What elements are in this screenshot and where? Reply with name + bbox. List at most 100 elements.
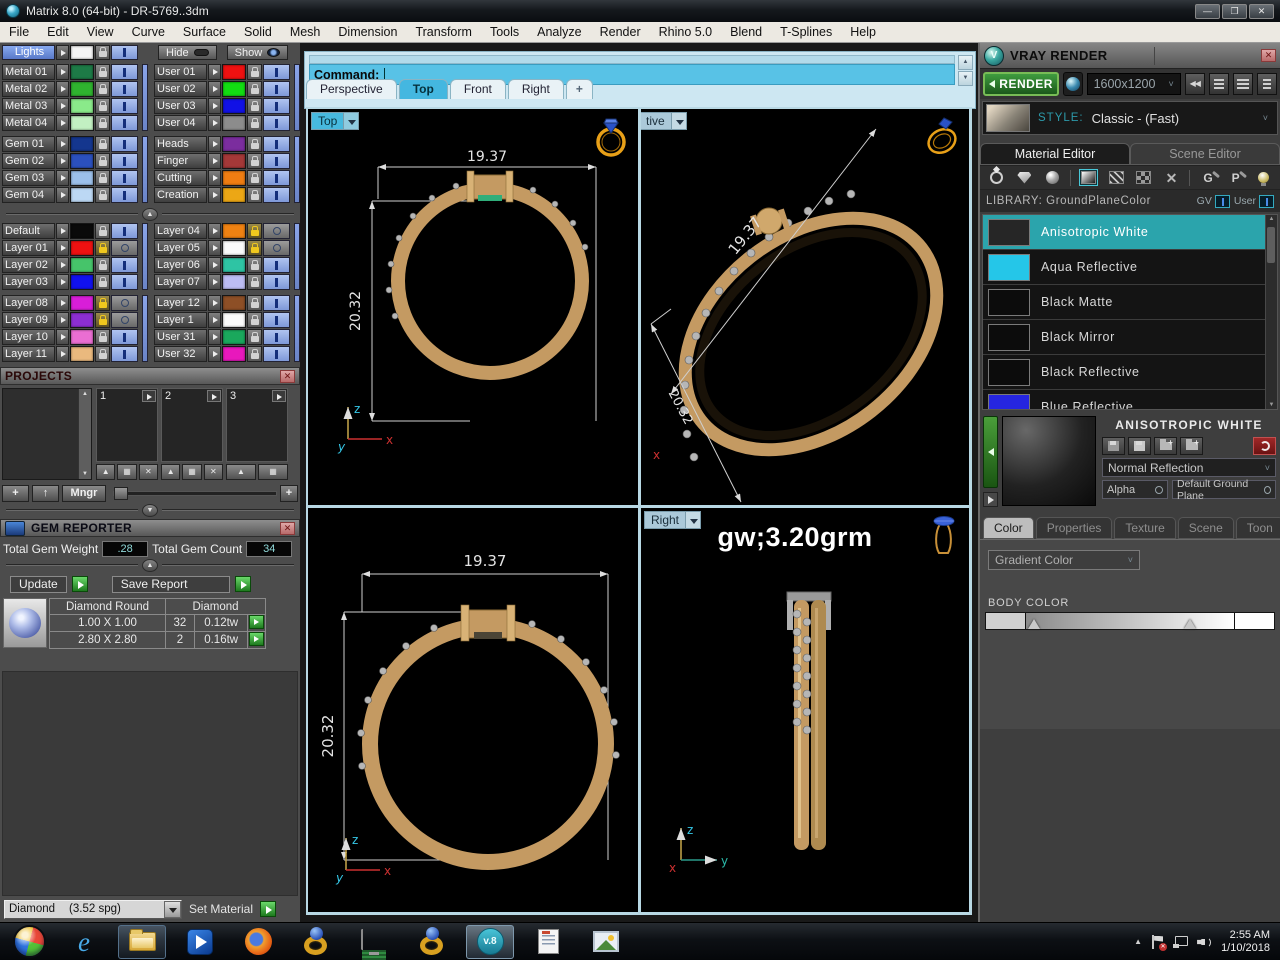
lock-icon[interactable]: [247, 312, 262, 328]
visibility-toggle[interactable]: [263, 274, 290, 290]
action-center-flag-icon[interactable]: ✕: [1151, 934, 1168, 951]
color-swatch[interactable]: [222, 274, 246, 290]
visibility-toggle[interactable]: [263, 98, 290, 114]
chevron-down-icon[interactable]: [164, 900, 181, 918]
update-button[interactable]: Update: [10, 575, 67, 593]
layer-name-button[interactable]: Creation: [154, 187, 207, 203]
menu-item[interactable]: View: [78, 22, 123, 42]
lock-icon[interactable]: [247, 346, 262, 362]
expand-button[interactable]: [983, 492, 998, 507]
lock-icon[interactable]: [95, 136, 110, 152]
menu-item[interactable]: Transform: [406, 22, 481, 42]
visibility-toggle[interactable]: [111, 346, 138, 362]
tray-expand-icon[interactable]: ▲: [1134, 937, 1142, 946]
chevron-down-icon[interactable]: [343, 112, 360, 130]
viewport-tab[interactable]: Top: [398, 79, 448, 99]
expand-arrow-button[interactable]: [208, 187, 221, 203]
lock-icon[interactable]: [95, 98, 110, 114]
file-explorer-button[interactable]: [118, 924, 166, 959]
image-viewer-button[interactable]: [582, 925, 630, 959]
project-slot-view[interactable]: 1: [96, 388, 158, 462]
material-sphere-button[interactable]: [1063, 72, 1083, 96]
expand-arrow-button[interactable]: [56, 187, 69, 203]
visibility-toggle[interactable]: [111, 170, 138, 186]
visibility-toggle[interactable]: [263, 115, 290, 131]
slot-load-button[interactable]: ▲: [96, 464, 116, 480]
lights-button[interactable]: Lights: [2, 45, 55, 60]
p-tools-icon[interactable]: P: [1226, 169, 1247, 186]
color-swatch[interactable]: [222, 240, 246, 256]
layer-name-button[interactable]: Gem 01: [2, 136, 55, 152]
lock-icon[interactable]: [95, 312, 110, 328]
layer-name-button[interactable]: Layer 02: [2, 257, 55, 273]
lock-icon[interactable]: [95, 240, 110, 256]
layer-name-button[interactable]: User 01: [154, 64, 207, 80]
cross-pattern-icon[interactable]: ✕: [1162, 169, 1182, 186]
expand-arrow-button[interactable]: [208, 274, 221, 290]
color-swatch[interactable]: [70, 295, 94, 311]
slider-handle-low[interactable]: [1028, 619, 1040, 629]
visibility-toggle[interactable]: [111, 81, 138, 97]
layer-name-button[interactable]: Layer 01: [2, 240, 55, 256]
add-folder-2-icon[interactable]: +: [1180, 437, 1203, 455]
layer-name-button[interactable]: Layer 10: [2, 329, 55, 345]
show-all-button[interactable]: Show: [226, 45, 289, 60]
layer-name-button[interactable]: Finger: [154, 153, 207, 169]
close-icon[interactable]: ✕: [280, 521, 295, 535]
lock-icon[interactable]: [247, 295, 262, 311]
visibility-toggle[interactable]: [111, 312, 138, 328]
save-report-run-button[interactable]: [234, 576, 251, 592]
property-tab[interactable]: Toon: [1235, 517, 1280, 539]
gradient-color-dropdown[interactable]: Gradient Color ˅: [988, 550, 1140, 570]
lock-icon[interactable]: [95, 274, 110, 290]
color-swatch[interactable]: [70, 170, 94, 186]
expand-arrow-button[interactable]: [56, 45, 69, 60]
collapse-left-button[interactable]: [983, 416, 998, 488]
color-swatch[interactable]: [222, 257, 246, 273]
expand-arrow-button[interactable]: [208, 81, 221, 97]
layer-name-button[interactable]: Heads: [154, 136, 207, 152]
property-tab[interactable]: Color: [983, 517, 1034, 539]
expand-arrow-button[interactable]: [56, 81, 69, 97]
collapse-button[interactable]: ▲: [142, 207, 158, 221]
color-swatch[interactable]: [70, 312, 94, 328]
close-icon[interactable]: ✕: [280, 369, 295, 383]
lock-icon[interactable]: [247, 81, 262, 97]
visibility-toggle[interactable]: [263, 81, 290, 97]
menu-item[interactable]: Dimension: [329, 22, 406, 42]
minimize-button[interactable]: —: [1195, 3, 1220, 19]
layer-name-button[interactable]: Layer 12: [154, 295, 207, 311]
slot-arrow-button[interactable]: [142, 390, 156, 402]
viewport-top-large[interactable]: 19.37 20.32 z x y: [308, 508, 638, 912]
gv-toggle[interactable]: GV: [1197, 194, 1230, 208]
matrix-app-2-button[interactable]: [408, 925, 456, 959]
set-material-button[interactable]: [260, 901, 277, 917]
rename-material-icon[interactable]: [1128, 437, 1151, 455]
update-run-button[interactable]: [71, 576, 88, 592]
expand-arrow-button[interactable]: [56, 346, 69, 362]
network-icon[interactable]: [1173, 935, 1189, 948]
layer-name-button[interactable]: Layer 05: [154, 240, 207, 256]
menu-item[interactable]: Mesh: [281, 22, 330, 42]
chevron-down-icon[interactable]: ˅: [1263, 113, 1274, 123]
gem-material-icon[interactable]: [1015, 169, 1035, 186]
color-swatch[interactable]: [222, 98, 246, 114]
color-swatch[interactable]: [70, 45, 94, 60]
visibility-toggle[interactable]: [263, 346, 290, 362]
material-list-item[interactable]: Black Matte: [983, 285, 1265, 320]
expand-arrow-button[interactable]: [208, 64, 221, 80]
menu-item[interactable]: Curve: [123, 22, 174, 42]
start-button[interactable]: [8, 925, 50, 959]
slider-thumb[interactable]: [114, 486, 128, 500]
menu-item[interactable]: Edit: [38, 22, 78, 42]
layer-name-button[interactable]: Layer 03: [2, 274, 55, 290]
lock-icon[interactable]: [95, 187, 110, 203]
expand-arrow-button[interactable]: [208, 240, 221, 256]
slider-add-button[interactable]: +: [280, 484, 298, 502]
save-report-button[interactable]: Save Report: [111, 575, 230, 593]
visibility-toggle[interactable]: [111, 45, 138, 60]
visibility-toggle[interactable]: [263, 295, 290, 311]
lock-icon[interactable]: [247, 64, 262, 80]
lock-icon[interactable]: [247, 274, 262, 290]
visibility-toggle[interactable]: [111, 274, 138, 290]
